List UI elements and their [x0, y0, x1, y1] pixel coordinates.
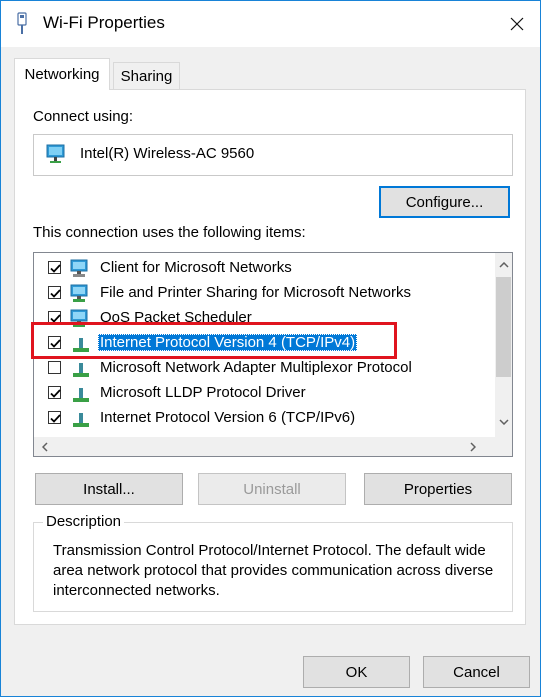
list-item-selected[interactable]: Internet Protocol Version 4 (TCP/IPv4)	[34, 332, 494, 356]
title-bar[interactable]: Wi-Fi Properties	[1, 1, 540, 47]
item-checkbox[interactable]	[48, 361, 61, 374]
network-service-icon	[70, 284, 92, 304]
components-list[interactable]: Client for Microsoft Networks File and P…	[33, 252, 513, 457]
network-protocol-icon	[70, 359, 92, 379]
uninstall-button[interactable]: Uninstall	[198, 473, 346, 505]
list-item[interactable]: Internet Protocol Version 6 (TCP/IPv6)	[34, 407, 494, 431]
window-title: Wi-Fi Properties	[43, 13, 165, 32]
tab-sharing[interactable]: Sharing	[113, 62, 180, 90]
install-button[interactable]: Install...	[35, 473, 183, 505]
scroll-down-icon[interactable]	[495, 413, 512, 430]
item-label: File and Printer Sharing for Microsoft N…	[100, 284, 411, 301]
cancel-button[interactable]: Cancel	[423, 656, 530, 688]
network-adapter-title-icon	[15, 12, 29, 36]
item-label: Internet Protocol Version 4 (TCP/IPv4)	[98, 334, 358, 351]
item-checkbox[interactable]	[48, 386, 61, 399]
network-protocol-icon	[70, 334, 92, 354]
network-protocol-icon	[70, 384, 92, 404]
adapter-name: Intel(R) Wireless-AC 9560	[80, 145, 255, 162]
scroll-up-icon[interactable]	[495, 256, 512, 273]
item-checkbox[interactable]	[48, 411, 61, 424]
adapter-field: Intel(R) Wireless-AC 9560	[33, 134, 513, 176]
scroll-right-icon[interactable]	[464, 438, 481, 455]
vertical-scroll-thumb[interactable]	[496, 277, 511, 377]
components-list-viewport: Client for Microsoft Networks File and P…	[34, 253, 495, 437]
list-item[interactable]: Microsoft Network Adapter Multiplexor Pr…	[34, 357, 494, 381]
description-text: Transmission Control Protocol/Internet P…	[53, 542, 494, 599]
list-item[interactable]: Microsoft LLDP Protocol Driver	[34, 382, 494, 406]
item-label: Internet Protocol Version 6 (TCP/IPv6)	[100, 409, 356, 426]
vertical-scrollbar[interactable]	[495, 253, 512, 437]
network-adapter-icon	[46, 144, 68, 168]
ok-button[interactable]: OK	[303, 656, 410, 688]
horizontal-scrollbar[interactable]	[34, 437, 512, 456]
tab-networking[interactable]: Networking	[14, 58, 110, 90]
network-service-icon	[70, 309, 92, 329]
item-label: Client for Microsoft Networks	[100, 259, 292, 276]
network-protocol-icon	[70, 409, 92, 429]
scroll-left-icon[interactable]	[36, 438, 53, 455]
properties-button[interactable]: Properties	[364, 473, 512, 505]
wifi-properties-dialog: Wi-Fi Properties Networking Sharing Conn…	[0, 0, 541, 697]
list-item[interactable]: Client for Microsoft Networks	[34, 257, 494, 281]
item-checkbox[interactable]	[48, 336, 61, 349]
list-item[interactable]: QoS Packet Scheduler	[34, 307, 494, 331]
description-legend: Description	[43, 513, 125, 530]
item-label: QoS Packet Scheduler	[100, 309, 252, 326]
list-item[interactable]: File and Printer Sharing for Microsoft N…	[34, 282, 494, 306]
network-client-icon	[70, 259, 92, 279]
item-checkbox[interactable]	[48, 311, 61, 324]
connect-using-label: Connect using:	[33, 108, 134, 125]
item-checkbox[interactable]	[48, 261, 61, 274]
item-checkbox[interactable]	[48, 286, 61, 299]
close-icon	[510, 17, 524, 31]
configure-button[interactable]: Configure...	[379, 186, 510, 218]
items-label: This connection uses the following items…	[33, 224, 306, 241]
close-button[interactable]	[494, 1, 540, 47]
item-label: Microsoft Network Adapter Multiplexor Pr…	[100, 359, 412, 376]
item-label: Microsoft LLDP Protocol Driver	[100, 384, 306, 401]
